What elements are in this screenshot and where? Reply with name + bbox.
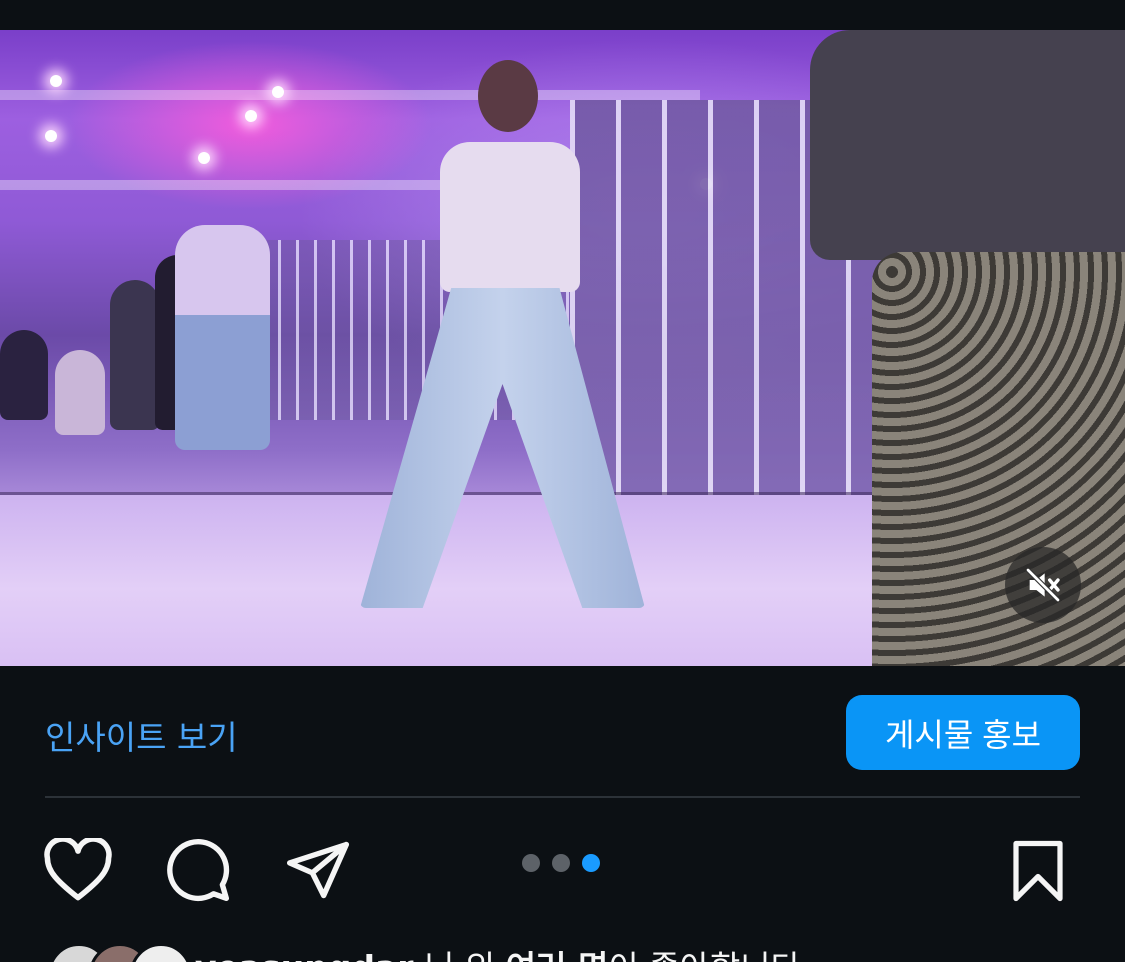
mute-button[interactable] [1005,547,1081,623]
promote-post-button[interactable]: 게시물 홍보 [846,695,1080,770]
foreground-person-pants [872,252,1125,666]
divider [45,796,1080,798]
liker-username[interactable]: yeasungdar [195,948,414,962]
post-video[interactable] [0,30,1125,666]
carousel-dot [522,854,540,872]
carousel-dot-active [582,854,600,872]
send-icon [286,841,350,899]
likes-text: yeasungdar 님 외 여러 명이 좋아합니다 [195,941,801,962]
comment-button[interactable] [164,836,232,908]
save-button[interactable] [1008,838,1068,908]
comment-icon [167,839,230,902]
likes-connector: 님 외 [424,948,495,962]
like-button[interactable] [43,836,113,906]
ceiling-light [45,130,57,142]
view-insights-link[interactable]: 인사이트 보기 [45,711,238,759]
avatar [130,943,192,962]
ceiling-band [0,180,480,190]
seated-person [55,350,105,435]
ceiling-light [50,75,62,87]
seated-person [0,330,48,420]
ceiling-light [245,110,257,122]
ceiling-band [0,90,700,100]
insights-row: 인사이트 보기 게시물 홍보 [0,666,1125,796]
likes-suffix: 이 좋아합니다 [608,948,801,962]
main-dancer-head [478,60,538,132]
ceiling-light [198,152,210,164]
speaker-muted-icon [1026,568,1060,602]
carousel-indicator [522,854,600,872]
dancer-reflection [175,225,270,450]
foreground-person [810,30,1125,260]
carousel-dot [552,854,570,872]
main-dancer-shirt [440,142,580,292]
ceiling-light [272,86,284,98]
likes-others[interactable]: 여러 명 [506,948,609,962]
standing-person [110,280,160,430]
share-button[interactable] [283,836,353,908]
bookmark-icon [1013,840,1063,902]
heart-icon [44,836,112,901]
likes-row[interactable]: yeasungdar 님 외 여러 명이 좋아합니다 [45,935,1095,962]
